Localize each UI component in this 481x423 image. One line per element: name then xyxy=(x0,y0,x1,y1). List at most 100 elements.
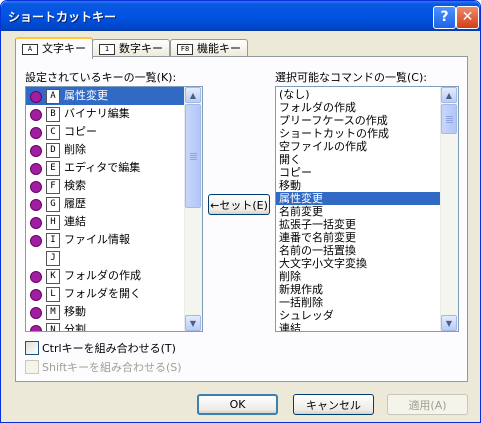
assigned-key-row[interactable]: K フォルダの作成 xyxy=(26,267,185,285)
command-item[interactable]: 属性変更 xyxy=(276,192,441,205)
key-cap-icon: G xyxy=(46,197,60,212)
number-key-icon: 1 xyxy=(99,43,115,55)
key-cap-icon: A xyxy=(46,89,60,104)
scroll-thumb[interactable] xyxy=(185,104,201,208)
assigned-dot-icon xyxy=(30,217,42,229)
assigned-key-label: フォルダを開く xyxy=(64,287,141,300)
assigned-key-label: フォルダの作成 xyxy=(64,269,141,282)
assigned-key-label: 属性変更 xyxy=(64,89,108,102)
command-item[interactable]: 開く xyxy=(276,153,441,166)
command-item[interactable]: 名前の一括置換 xyxy=(276,244,441,257)
scroll-up-icon[interactable]: ▲ xyxy=(441,87,457,103)
ctrl-combine-checkbox[interactable] xyxy=(25,341,39,355)
scroll-down-icon[interactable]: ▼ xyxy=(185,315,201,331)
command-item[interactable]: (なし) xyxy=(276,88,441,101)
command-item[interactable]: プリーフケースの作成 xyxy=(276,114,441,127)
set-button[interactable]: ←セット(E) xyxy=(208,194,270,215)
tab-label: 機能キー xyxy=(197,42,241,55)
assigned-key-label: バイナリ編集 xyxy=(64,107,130,120)
key-cap-icon: L xyxy=(46,287,60,302)
command-item[interactable]: コピー xyxy=(276,166,441,179)
tab-letter-keys[interactable]: A 文字キー xyxy=(15,37,93,59)
assigned-key-row[interactable]: M 移動 xyxy=(26,303,185,321)
command-item[interactable]: ショートカットの作成 xyxy=(276,127,441,140)
tab-panel: 設定されているキーの一覧(K): A 属性変更 B バイナリ編集 C コピー D 削除 E エディ… xyxy=(15,56,468,382)
assigned-key-label: 履歴 xyxy=(64,197,86,210)
title-bar[interactable]: ショートカットキー ? ✕ xyxy=(1,1,480,31)
key-cap-icon: N xyxy=(46,323,60,331)
apply-button: 適用(A) xyxy=(387,394,468,415)
unassigned-dot-icon xyxy=(30,253,40,263)
ctrl-combine-label[interactable]: Ctrlキーを組み合わせる(T) xyxy=(42,340,176,356)
shortcut-key-dialog: ショートカットキー ? ✕ A 文字キー 1 数字キー F8 機能キー 設定されている… xyxy=(0,0,481,423)
help-icon[interactable]: ? xyxy=(433,6,456,29)
available-commands-scrollbar[interactable]: ▲ ▼ xyxy=(440,87,458,331)
command-item[interactable]: 名前変更 xyxy=(276,205,441,218)
assigned-dot-icon xyxy=(30,289,42,301)
assigned-dot-icon xyxy=(30,91,42,103)
key-cap-icon: F xyxy=(46,179,60,194)
assigned-key-row[interactable]: C コピー xyxy=(26,123,185,141)
command-item[interactable]: 拡張子一括変更 xyxy=(276,218,441,231)
close-icon[interactable]: ✕ xyxy=(456,6,479,29)
tab-label: 数字キー xyxy=(119,42,163,55)
key-cap-icon: J xyxy=(46,251,60,266)
assigned-key-row[interactable]: H 連結 xyxy=(26,213,185,231)
assigned-dot-icon xyxy=(30,325,42,331)
assigned-key-label: コピー xyxy=(64,125,97,138)
assigned-key-label: ファイル情報 xyxy=(64,233,130,246)
assigned-dot-icon xyxy=(30,145,42,157)
assigned-key-row[interactable]: B バイナリ編集 xyxy=(26,105,185,123)
assigned-keys-list[interactable]: A 属性変更 B バイナリ編集 C コピー D 削除 E エディタで編集 F 検索 G 履歴 H 連結 I ファイ… xyxy=(25,86,203,332)
assigned-key-row[interactable]: I ファイル情報 xyxy=(26,231,185,249)
assigned-dot-icon xyxy=(30,181,42,193)
assigned-key-row[interactable]: D 削除 xyxy=(26,141,185,159)
key-cap-icon: I xyxy=(46,233,60,248)
scroll-thumb[interactable] xyxy=(441,104,457,134)
key-cap-icon: E xyxy=(46,161,60,176)
command-item[interactable]: 新規作成 xyxy=(276,283,441,296)
assigned-keys-scrollbar[interactable]: ▲ ▼ xyxy=(184,87,202,331)
command-item[interactable]: シュレッダ xyxy=(276,309,441,322)
command-item[interactable]: 空ファイルの作成 xyxy=(276,140,441,153)
command-item[interactable]: 移動 xyxy=(276,179,441,192)
assigned-dot-icon xyxy=(30,271,42,283)
assigned-key-row[interactable]: E エディタで編集 xyxy=(26,159,185,177)
assigned-key-label: 移動 xyxy=(64,305,86,318)
assigned-keys-label: 設定されているキーの一覧(K): xyxy=(25,71,177,84)
assigned-dot-icon xyxy=(30,109,42,121)
available-commands-list[interactable]: (なし) フォルダの作成 プリーフケースの作成 ショートカットの作成 空ファイルの作成開… xyxy=(275,86,459,332)
key-cap-icon: M xyxy=(46,305,60,320)
assigned-key-label: 連結 xyxy=(64,215,86,228)
key-cap-icon: C xyxy=(46,125,60,140)
command-item[interactable]: 削除 xyxy=(276,270,441,283)
assigned-key-label: 検索 xyxy=(64,179,86,192)
assigned-dot-icon xyxy=(30,307,42,319)
assigned-key-row[interactable]: L フォルダを開く xyxy=(26,285,185,303)
assigned-dot-icon xyxy=(30,163,42,175)
command-item[interactable]: 連番で名前変更 xyxy=(276,231,441,244)
assigned-dot-icon xyxy=(30,199,42,211)
shift-combine-checkbox xyxy=(25,360,39,374)
assigned-key-row[interactable]: F 検索 xyxy=(26,177,185,195)
assigned-key-label: エディタで編集 xyxy=(64,161,141,174)
assigned-key-row[interactable]: G 履歴 xyxy=(26,195,185,213)
shift-combine-label: Shiftキーを組み合わせる(S) xyxy=(42,361,182,374)
scroll-down-icon[interactable]: ▼ xyxy=(441,315,457,331)
command-item[interactable]: フォルダの作成 xyxy=(276,101,441,114)
command-item[interactable]: 一括削除 xyxy=(276,296,441,309)
command-item[interactable]: 大文字小文字変換 xyxy=(276,257,441,270)
key-cap-icon: H xyxy=(46,215,60,230)
key-cap-icon: K xyxy=(46,269,60,284)
assigned-key-row[interactable]: J xyxy=(26,249,185,267)
cancel-button[interactable]: キャンセル xyxy=(293,394,374,415)
assigned-key-row[interactable]: N 分割 xyxy=(26,321,185,331)
tab-number-keys[interactable]: 1 数字キー xyxy=(92,39,170,57)
tab-function-keys[interactable]: F8 機能キー xyxy=(170,39,248,57)
available-commands-label: 選択可能なコマンドの一覧(C): xyxy=(275,71,427,84)
ok-button[interactable]: OK xyxy=(197,394,278,415)
assigned-key-row[interactable]: A 属性変更 xyxy=(26,87,185,105)
assigned-key-label: 分割 xyxy=(64,323,86,331)
command-item[interactable]: 連結 xyxy=(276,322,441,331)
scroll-up-icon[interactable]: ▲ xyxy=(185,87,201,103)
